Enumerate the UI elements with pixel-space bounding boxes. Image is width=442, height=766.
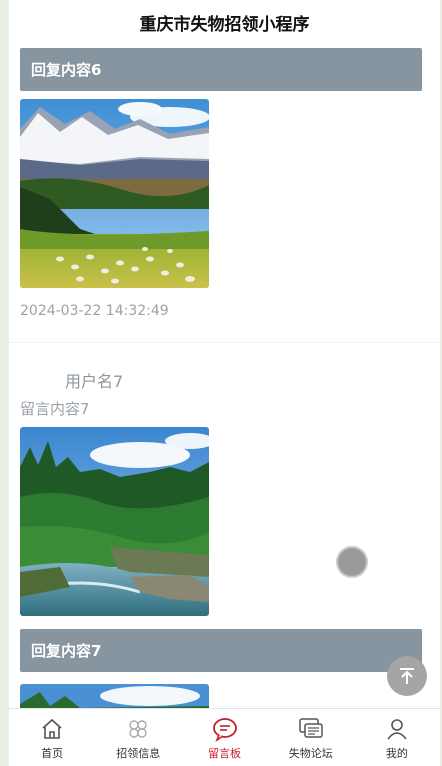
chat-bubble-icon bbox=[212, 716, 238, 742]
mountain-pasture-image bbox=[20, 99, 209, 288]
forest-river-image bbox=[20, 427, 209, 616]
tab-found-items[interactable]: 招领信息 bbox=[95, 709, 181, 766]
tab-message-board[interactable]: 留言板 bbox=[181, 709, 267, 766]
message-photo-mountain[interactable] bbox=[20, 99, 209, 288]
message-timestamp: 2024-03-22 14:32:49 bbox=[20, 303, 169, 319]
back-to-top-button[interactable] bbox=[387, 656, 427, 696]
page-title: 重庆市失物招领小程序 bbox=[9, 0, 440, 45]
reply-bar: 回复内容7 bbox=[20, 629, 422, 672]
mini-program-page: 重庆市失物招领小程序 回复内容6 2024-03-22 14:32:49 用户名… bbox=[9, 0, 440, 766]
tab-label: 留言板 bbox=[208, 747, 241, 760]
message-photo-forest[interactable] bbox=[20, 427, 209, 616]
tab-label: 失物论坛 bbox=[288, 747, 333, 760]
tab-label: 招领信息 bbox=[116, 747, 161, 760]
clover-icon bbox=[125, 716, 151, 742]
tab-profile[interactable]: 我的 bbox=[354, 709, 440, 766]
reply-bar: 回复内容6 bbox=[20, 48, 422, 91]
tab-label: 我的 bbox=[385, 747, 408, 760]
arrow-up-icon bbox=[400, 668, 414, 684]
user-icon bbox=[384, 716, 410, 742]
message-content: 留言内容7 bbox=[20, 400, 90, 418]
username: 用户名7 bbox=[65, 372, 124, 391]
floating-drag-handle[interactable] bbox=[338, 548, 366, 576]
tab-forum[interactable]: 失物论坛 bbox=[268, 709, 354, 766]
home-icon bbox=[39, 716, 65, 742]
forum-icon bbox=[298, 716, 324, 742]
bottom-tab-bar: 首页 招领信息 留言板 失物论坛 我的 bbox=[9, 708, 440, 766]
tab-home[interactable]: 首页 bbox=[9, 709, 95, 766]
tab-label: 首页 bbox=[41, 747, 64, 760]
divider bbox=[9, 342, 440, 343]
